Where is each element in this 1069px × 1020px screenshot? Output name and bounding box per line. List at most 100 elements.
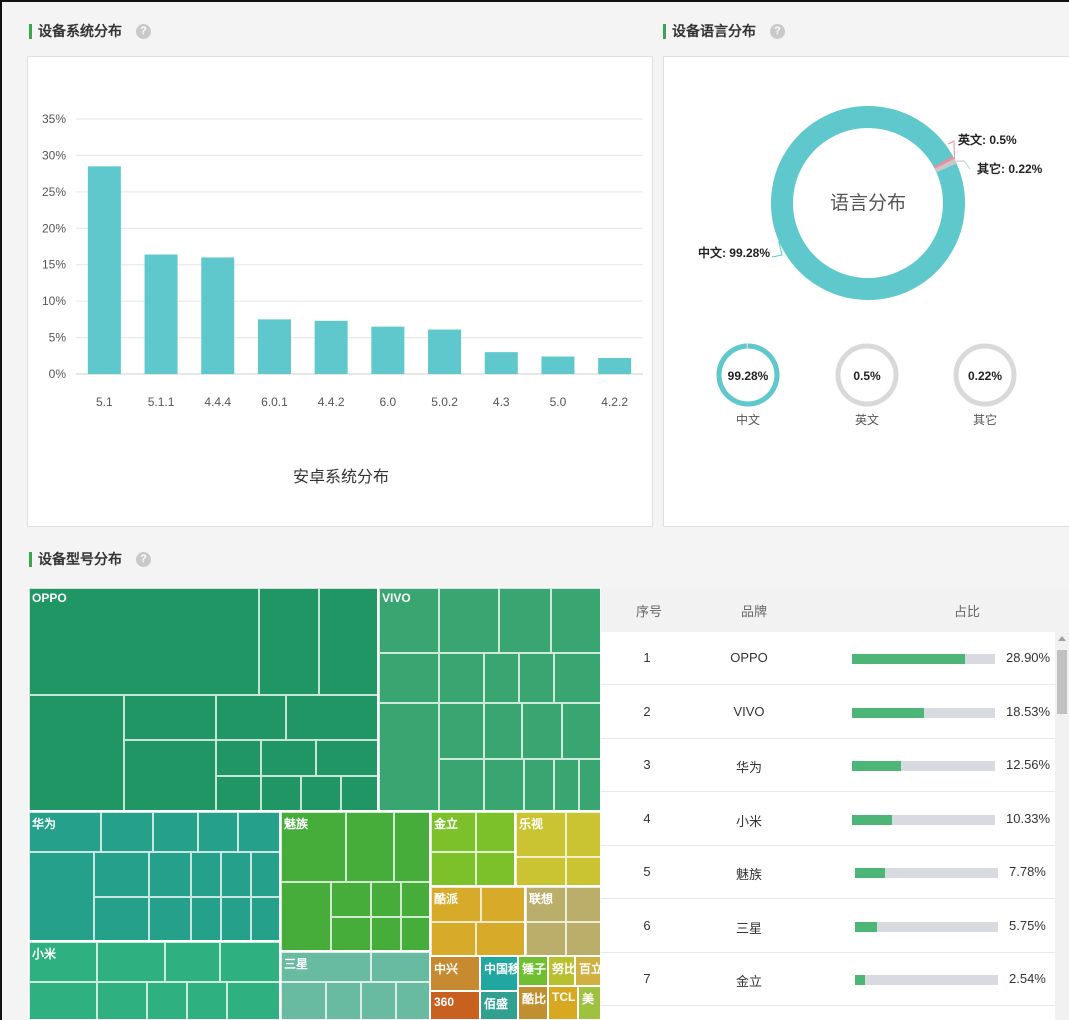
treemap-block-金立[interactable]: 金立: [430, 811, 515, 886]
percent-bar-track: [852, 707, 995, 718]
treemap-label: 百立: [579, 962, 601, 976]
treemap-block-VIVO[interactable]: VIVO: [378, 587, 601, 811]
treemap-block-美[interactable]: 美: [578, 986, 601, 1020]
row-brand: 三星: [735, 920, 762, 936]
treemap-sub-block: [331, 882, 371, 917]
row-percent: 18.53%: [1006, 703, 1051, 719]
gauge-value: 0.22%: [968, 369, 1002, 383]
y-tick-label: 5%: [49, 331, 67, 345]
row-brand: 魅族: [735, 867, 762, 882]
treemap-sub-block: [371, 882, 401, 917]
gauge-label: 其它: [973, 412, 997, 427]
bar-6.0.1[interactable]: [257, 319, 291, 374]
treemap-sub-block: [379, 653, 439, 703]
treemap-block-华为[interactable]: 华为: [28, 811, 280, 941]
bar-5.0[interactable]: [541, 356, 575, 374]
treemap-sub-block: [220, 942, 279, 982]
treemap-sub-block: [481, 887, 524, 922]
y-tick-label: 30%: [42, 148, 66, 162]
treemap-sub-block: [484, 759, 524, 810]
bar-4.3[interactable]: [484, 352, 518, 374]
y-tick-label: 15%: [42, 258, 66, 272]
treemap-block-中国移[interactable]: 中国移: [480, 956, 518, 991]
treemap-label: 锤子: [522, 962, 547, 976]
treemap-sub-block: [431, 922, 476, 955]
treemap-block-乐视[interactable]: 乐视: [515, 811, 601, 886]
treemap-sub-block: [165, 942, 220, 982]
help-icon[interactable]: ?: [770, 23, 785, 39]
treemap-sub-block: [551, 588, 600, 653]
y-tick-label: 0%: [49, 367, 67, 381]
scroll-up-arrow-icon[interactable]: [1058, 636, 1066, 641]
y-tick-label: 25%: [42, 185, 66, 199]
donut-slice-其它[interactable]: [934, 158, 957, 173]
bar-6.0[interactable]: [371, 326, 405, 374]
bar-4.4.2[interactable]: [314, 320, 348, 374]
treemap-sub-block: [251, 897, 279, 940]
bar-5.0.2[interactable]: [428, 329, 462, 374]
treemap-block-努比[interactable]: 努比: [548, 956, 575, 986]
treemap-sub-block: [566, 887, 600, 922]
treemap-sub-block: [281, 982, 326, 1019]
treemap-label: 魅族: [284, 817, 309, 831]
bar-5.1.1[interactable]: [144, 254, 178, 374]
x-tick-label: 4.4.4: [204, 395, 231, 409]
treemap-sub-block: [361, 982, 396, 1019]
row-index: 1: [643, 650, 651, 665]
treemap-sub-block: [439, 653, 484, 703]
treemap-block-TCL[interactable]: TCL: [548, 986, 578, 1020]
help-icon[interactable]: ?: [136, 551, 151, 567]
treemap-block-联想[interactable]: 联想: [525, 886, 601, 956]
col-brand-header: 品牌: [741, 604, 768, 619]
table-row[interactable]: 5 魅族 7.78%: [601, 846, 1055, 899]
treemap-sub-block: [147, 982, 187, 1019]
treemap-sub-block: [238, 812, 279, 852]
os-chart-panel: 0% 5% 10% 15% 20% 25% 30% 35% 5.1 5.1.1 4.4.4 6.0.1…: [27, 56, 653, 527]
table-row[interactable]: 4 小米 10.33%: [601, 793, 1055, 846]
table-row[interactable]: 3 华为 12.56%: [601, 739, 1055, 792]
y-tick-label: 10%: [42, 294, 66, 308]
treemap-block-小米[interactable]: 小米: [28, 941, 280, 1020]
treemap-block-三星[interactable]: 三星: [280, 951, 430, 1020]
treemap-block-酷派[interactable]: 酷派: [430, 886, 525, 956]
treemap-sub-block: [94, 852, 149, 897]
treemap-sub-block: [476, 922, 524, 955]
bar-4.4.4[interactable]: [201, 257, 235, 374]
row-brand: VIVO: [733, 703, 765, 719]
row-brand: 华为: [735, 760, 762, 775]
treemap-block-360[interactable]: 360: [430, 991, 480, 1020]
table-scrollbar[interactable]: [1055, 632, 1069, 1020]
treemap-block-中兴[interactable]: 中兴: [430, 956, 480, 991]
treemap-sub-block: [484, 653, 519, 703]
treemap-block-百立[interactable]: 百立: [575, 956, 601, 986]
bar-4.2.2[interactable]: [598, 357, 632, 374]
table-row[interactable]: 1 OPPO 28.90%: [601, 632, 1055, 685]
table-row[interactable]: 7 金立 2.54%: [601, 953, 1055, 1006]
treemap-sub-block: [476, 812, 514, 852]
percent-bar-fill: [855, 921, 878, 932]
gauge-value: 0.5%: [853, 369, 881, 383]
treemap-block-佰盛[interactable]: 佰盛: [480, 991, 518, 1020]
bar-5.1[interactable]: [87, 166, 121, 374]
treemap-block-魅族[interactable]: 魅族: [280, 811, 430, 951]
scrollbar-thumb[interactable]: [1057, 650, 1067, 714]
treemap-sub-block: [341, 776, 377, 810]
table-row[interactable]: 6 三星 5.75%: [601, 900, 1055, 953]
help-icon[interactable]: ?: [136, 23, 151, 39]
treemap-block-锤子[interactable]: 锤子: [518, 956, 548, 986]
treemap-label: 联想: [529, 892, 554, 906]
percent-bar-track: [852, 761, 995, 771]
brand-table-body: 1 OPPO 28.90% 2 VIVO 18.53% 3 华为 12.56% 4 小米 10.33%…: [601, 632, 1055, 1020]
treemap-sub-block: [439, 759, 484, 810]
treemap-block-酷比[interactable]: 酷比: [518, 986, 548, 1020]
treemap-sub-block: [566, 857, 600, 885]
x-tick-label: 4.4.2: [318, 395, 345, 409]
table-row[interactable]: 2 VIVO 18.53%: [601, 686, 1055, 739]
treemap-sub-block: [519, 653, 554, 703]
treemap-block-OPPO[interactable]: OPPO: [28, 587, 378, 811]
treemap-sub-block: [191, 897, 221, 940]
treemap-label: 三星: [284, 957, 309, 971]
treemap-label: VIVO: [382, 591, 411, 605]
treemap-sub-block: [251, 852, 279, 897]
treemap-sub-block: [554, 759, 579, 810]
